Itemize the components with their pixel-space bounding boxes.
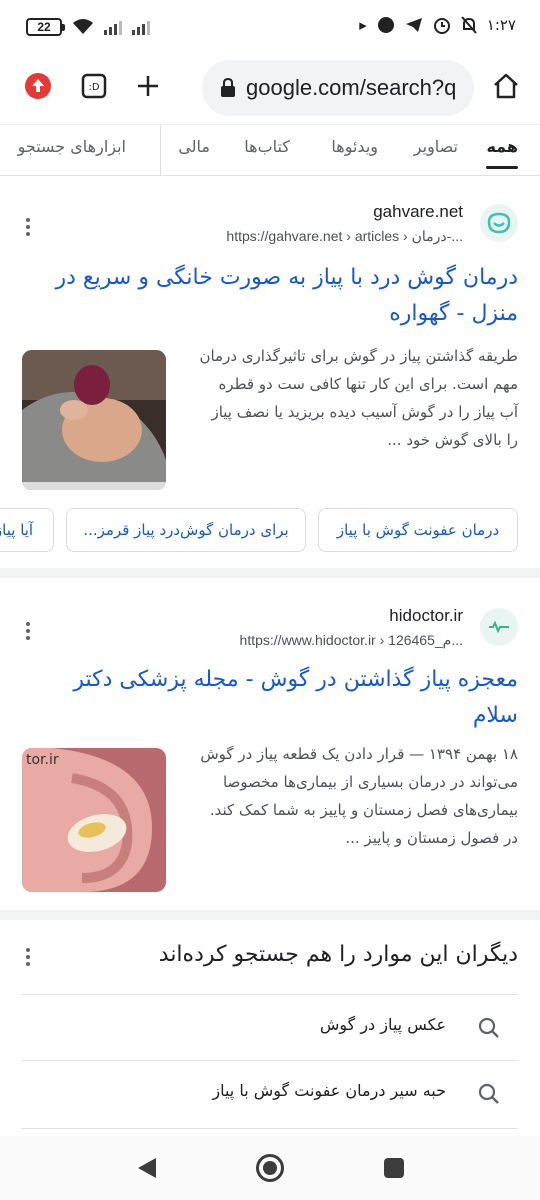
search-icon <box>478 1017 499 1038</box>
battery-icon: 22 <box>26 18 65 36</box>
gahvare-favicon-icon <box>480 204 518 242</box>
chip-3[interactable]: آیا پیاز <box>0 508 54 552</box>
result-thumbnail[interactable] <box>22 350 166 490</box>
result-site-row[interactable]: gahvare.net https://gahvare.net › articl… <box>22 200 518 254</box>
section-divider <box>0 568 540 578</box>
hidoctor-favicon-icon <box>480 608 518 646</box>
result-site-name: hidoctor.ir <box>389 606 463 625</box>
related-item[interactable]: عکس پیاز در گوش <box>22 994 518 1060</box>
address-bar[interactable]: google.com/search?q <box>202 60 474 116</box>
result-url: https://gahvare.net › articles › درمان-.… <box>226 228 463 244</box>
home-button[interactable] <box>490 70 522 102</box>
recents-icon[interactable] <box>384 1158 404 1178</box>
related-chips: درمان عفونت گوش با پیاز برای درمان گوش‌د… <box>0 508 540 556</box>
home-icon <box>494 73 518 99</box>
more-options-icon[interactable] <box>26 218 32 236</box>
back-icon[interactable] <box>136 1156 158 1180</box>
telegram-icon <box>405 18 422 32</box>
related-title: دیگران این موارد را هم جستجو کرده‌اند <box>158 942 518 967</box>
tabs-divider <box>160 125 161 175</box>
wifi-icon <box>73 19 93 34</box>
app-icon <box>377 17 394 33</box>
result-snippet: ۱۸ بهمن ۱۳۹۴ — قرار دادن یک قطعه پیاز در… <box>200 745 518 847</box>
url-text: google.com/search?q <box>246 75 457 100</box>
search-result-2: hidoctor.ir https://www.hidoctor.ir › 12… <box>0 590 540 910</box>
signal-icon-2 <box>132 19 150 35</box>
extension-button[interactable] <box>22 70 54 102</box>
clock: ۱:۲۷ <box>486 16 516 34</box>
related-item-label: حبه سیر درمان عفونت گوش با پیاز <box>212 1081 446 1100</box>
related-item-label: عکس پیاز در گوش <box>319 1015 446 1034</box>
lock-icon <box>221 78 235 97</box>
battery-level: 22 <box>37 20 51 34</box>
result-title-link[interactable]: درمان گوش درد با پیاز به صورت خانگی و سر… <box>22 260 518 332</box>
tab-all[interactable]: همه <box>486 137 518 169</box>
svg-text::D: :D <box>88 82 99 93</box>
status-bar: 22 ▸ ۱:۲۷ <box>0 0 540 56</box>
tab-images[interactable]: تصاویر <box>414 137 458 156</box>
search-icon <box>478 1083 499 1104</box>
system-nav-bar <box>0 1136 540 1200</box>
plus-icon <box>138 76 158 96</box>
search-result-1: gahvare.net https://gahvare.net › articl… <box>0 186 540 566</box>
tab-books[interactable]: کتاب‌ها <box>244 137 290 156</box>
result-snippet: طریقه گذاشتن پیاز در گوش برای تاثیرگذاری… <box>199 347 518 449</box>
mute-icon <box>461 16 477 34</box>
tab-switcher-button[interactable]: :D <box>78 70 110 102</box>
browser-toolbar: :D google.com/search?q <box>0 56 540 124</box>
section-divider <box>0 910 540 920</box>
signal-icon-1 <box>104 19 122 35</box>
tab-search-tools[interactable]: ابزارهای جستجو <box>18 137 126 156</box>
result-url: https://www.hidoctor.ir › 126465_م... <box>239 632 463 648</box>
related-item[interactable]: حبه سیر درمان عفونت گوش با پیاز <box>22 1060 518 1126</box>
related-item-divider <box>22 1128 518 1136</box>
more-options-icon[interactable] <box>26 622 32 640</box>
chip-2[interactable]: برای درمان گوش‌درد پیاز قرمز... <box>66 508 306 552</box>
chip-1[interactable]: درمان عفونت گوش با پیاز <box>318 508 518 552</box>
tab-videos[interactable]: ویدئوها <box>331 137 378 156</box>
new-tab-button[interactable] <box>132 70 164 102</box>
tabs-icon: :D <box>81 73 107 99</box>
thumbnail-watermark: tor.ir <box>26 752 59 768</box>
result-title-link[interactable]: معجزه پیاز گذاشتن در گوش - مجله پزشکی دک… <box>22 662 518 734</box>
alarm-icon <box>433 18 450 34</box>
search-tabs: همه تصاویر ویدئوها کتاب‌ها مالی ابزارهای… <box>0 124 540 176</box>
tab-finance[interactable]: مالی <box>178 137 210 156</box>
result-site-row[interactable]: hidoctor.ir https://www.hidoctor.ir › 12… <box>22 604 518 658</box>
more-options-icon[interactable] <box>26 948 32 966</box>
result-thumbnail[interactable]: tor.ir <box>22 748 166 892</box>
home-nav-icon[interactable] <box>256 1154 284 1182</box>
upload-icon <box>25 73 51 99</box>
play-icon: ▸ <box>359 16 367 34</box>
related-searches: دیگران این موارد را هم جستجو کرده‌اند عک… <box>0 920 540 1136</box>
result-site-name: gahvare.net <box>373 202 463 221</box>
